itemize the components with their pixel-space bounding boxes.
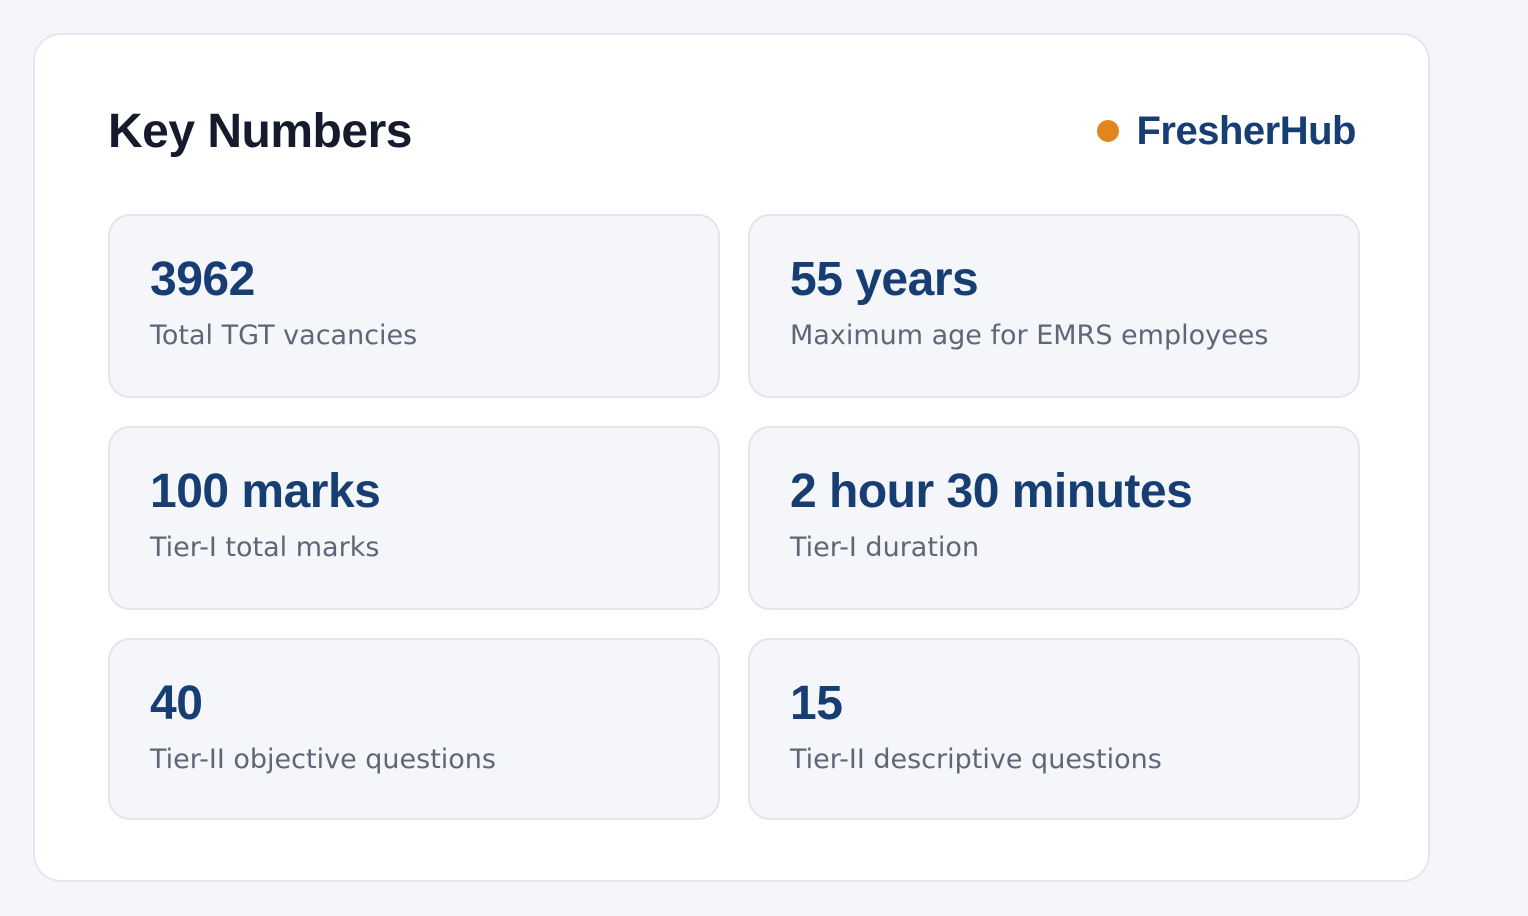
- stat-label: Tier-II objective questions: [150, 744, 496, 775]
- stat-label: Tier-I total marks: [150, 532, 380, 563]
- stat-label: Total TGT vacancies: [150, 320, 418, 351]
- page-title: Key Numbers: [108, 104, 412, 158]
- stat-card-max-age: 55 years Maximum age for EMRS employees: [748, 214, 1360, 398]
- stat-label: Tier-II descriptive questions: [790, 744, 1162, 775]
- stat-card-tier1-marks: 100 marks Tier-I total marks: [108, 426, 720, 610]
- brand[interactable]: FresherHub: [1096, 108, 1357, 154]
- stat-card-vacancies: 3962 Total TGT vacancies: [108, 214, 720, 398]
- stat-card-tier1-duration: 2 hour 30 minutes Tier-I duration: [748, 426, 1360, 610]
- stat-label: Maximum age for EMRS employees: [790, 320, 1269, 351]
- brand-name: FresherHub: [1136, 108, 1357, 153]
- stat-value: 3962: [150, 253, 255, 306]
- stat-card-tier2-objective: 40 Tier-II objective questions: [108, 638, 720, 820]
- key-numbers-card: Key Numbers FresherHub 3962 Total TGT va…: [33, 33, 1430, 882]
- stat-value: 40: [150, 677, 203, 730]
- stats-grid: 3962 Total TGT vacancies 55 years Maximu…: [108, 214, 1360, 820]
- stat-value: 100 marks: [150, 465, 381, 518]
- stat-value: 15: [790, 677, 843, 730]
- card-header: Key Numbers FresherHub: [108, 99, 1356, 163]
- stat-value: 55 years: [790, 253, 979, 306]
- stat-value: 2 hour 30 minutes: [790, 465, 1193, 518]
- brand-dot-icon: [1096, 120, 1119, 142]
- stat-card-tier2-descriptive: 15 Tier-II descriptive questions: [748, 638, 1360, 820]
- stat-label: Tier-I duration: [790, 532, 980, 563]
